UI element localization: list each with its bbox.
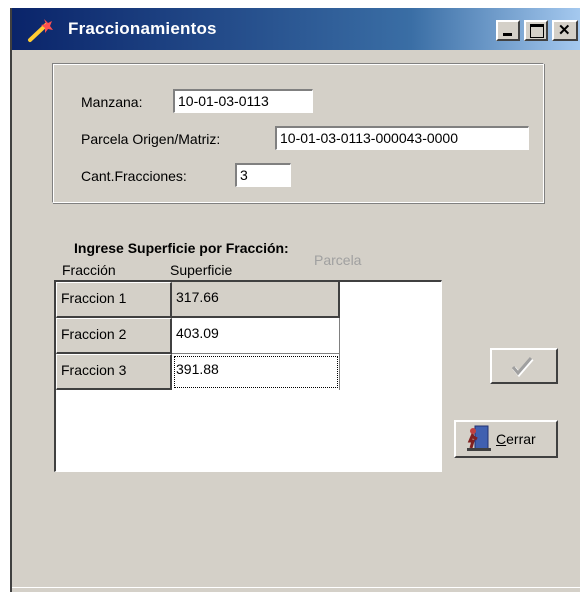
confirm-button[interactable] xyxy=(490,348,558,384)
cant-fracciones-label: Cant.Fracciones: xyxy=(81,168,187,184)
close-window-button[interactable] xyxy=(552,20,578,41)
row-header-fraccion-3[interactable]: Fraccion 3 xyxy=(56,354,172,390)
cerrar-label: Cerrar xyxy=(496,431,536,447)
cant-fracciones-field[interactable]: 3 xyxy=(235,163,291,187)
parcel-info-group: Manzana: 10-01-03-0113 Parcela Origen/Ma… xyxy=(52,63,544,203)
superficie-cell-2[interactable]: 403.09 xyxy=(172,318,340,354)
minimize-button[interactable] xyxy=(496,20,520,41)
parcela-field[interactable]: 10-01-03-0113-000043-0000 xyxy=(275,126,529,150)
window-title: Fraccionamientos xyxy=(68,19,217,38)
manzana-field[interactable]: 10-01-03-0113 xyxy=(173,89,313,113)
grid-title: Ingrese Superficie por Fracción: xyxy=(74,240,289,256)
superficie-cell-3[interactable]: 391.88 xyxy=(172,354,340,390)
cerrar-button[interactable]: Cerrar xyxy=(454,420,558,458)
row-header-fraccion-1[interactable]: Fraccion 1 xyxy=(56,282,172,318)
title-bar[interactable]: Fraccionamientos xyxy=(12,8,580,50)
manzana-label: Manzana: xyxy=(81,94,143,110)
column-header-superficie: Superficie xyxy=(170,262,233,278)
column-header-fraccion: Fracción xyxy=(62,262,116,278)
checkmark-icon xyxy=(511,357,534,378)
fraccionamientos-window: Fraccionamientos Manzana: 10-01-03-0113 … xyxy=(10,8,580,592)
column-header-parcela: Parcela xyxy=(314,252,362,268)
maximize-button[interactable] xyxy=(524,20,548,41)
fractions-grid[interactable]: Fraccion 1 317.66 Fraccion 2 403.09 Frac… xyxy=(54,280,442,472)
row-header-fraccion-2[interactable]: Fraccion 2 xyxy=(56,318,172,354)
wand-icon xyxy=(28,19,53,42)
parcela-label: Parcela Origen/Matriz: xyxy=(81,131,221,147)
superficie-cell-1[interactable]: 317.66 xyxy=(172,282,340,318)
exit-door-icon xyxy=(467,425,491,451)
window-bottom-edge xyxy=(12,587,580,592)
